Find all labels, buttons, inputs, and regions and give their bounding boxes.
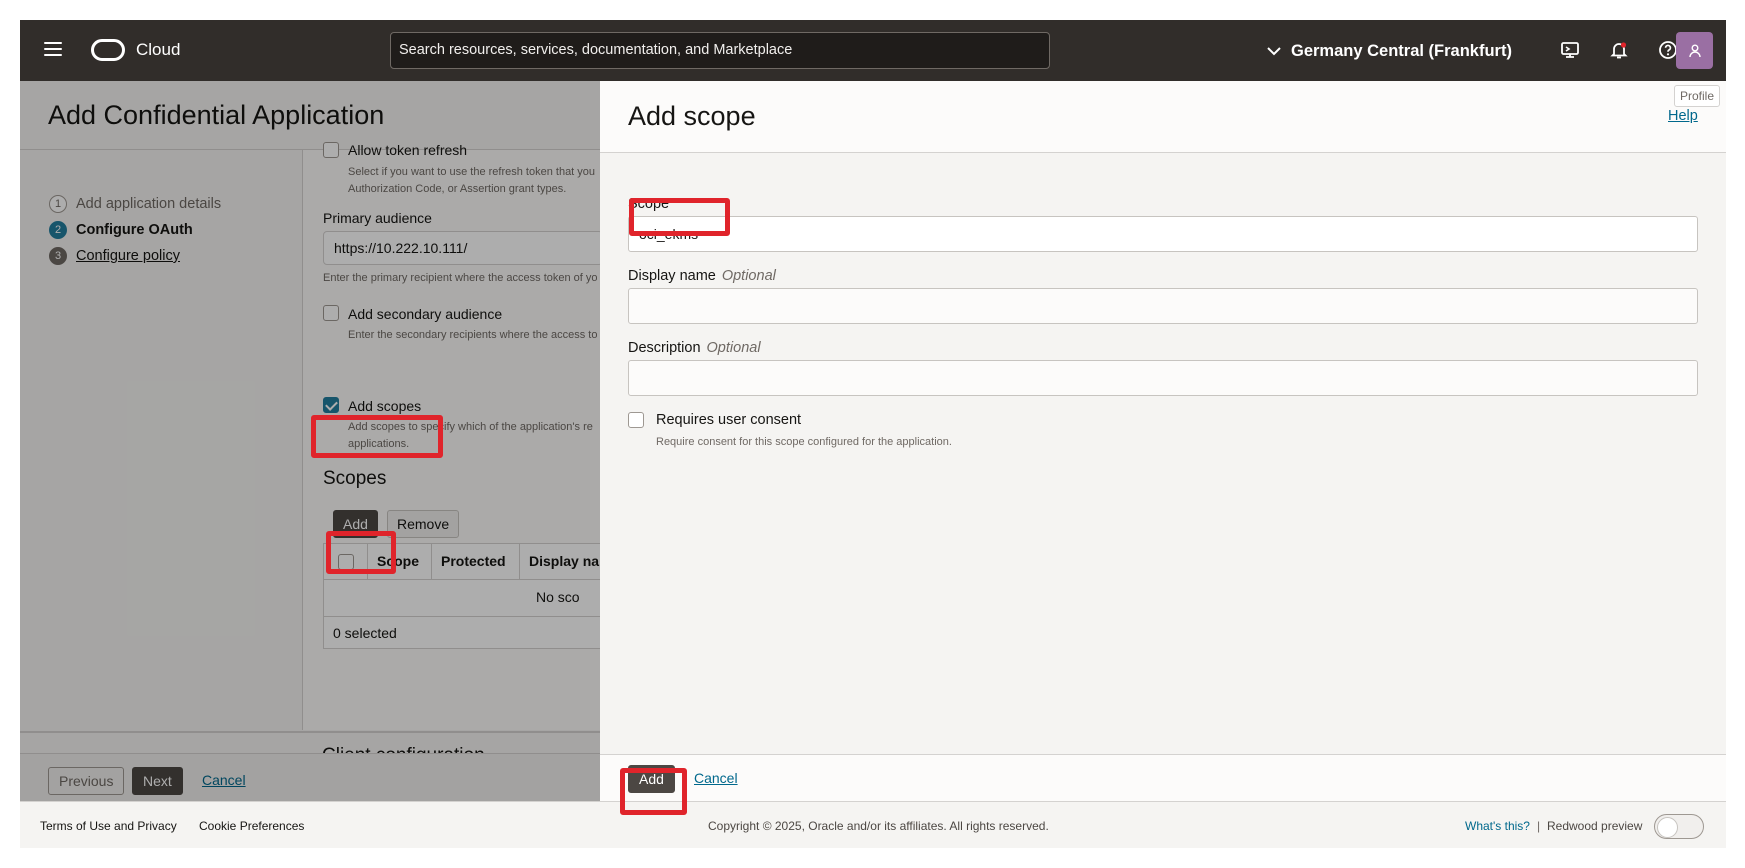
scope-field-label: Scope bbox=[628, 196, 670, 212]
profile-avatar-icon[interactable] bbox=[1676, 32, 1713, 69]
redwood-preview-toggle[interactable] bbox=[1654, 814, 1704, 839]
drawer-header: Add scope Help bbox=[600, 81, 1726, 153]
display-name-label: Display name Optional bbox=[628, 268, 776, 284]
profile-tooltip: Profile bbox=[1674, 85, 1721, 107]
requires-user-consent-help: Require consent for this scope configure… bbox=[656, 436, 952, 448]
search-input[interactable]: Search resources, services, documentatio… bbox=[390, 32, 1050, 69]
drawer-cancel-link[interactable]: Cancel bbox=[684, 765, 748, 793]
oracle-logo-icon[interactable] bbox=[91, 39, 125, 61]
region-label: Germany Central (Frankfurt) bbox=[1291, 41, 1512, 60]
add-scope-drawer: Add scope Help Scope oci_ekms Display na… bbox=[600, 81, 1726, 801]
help-link[interactable]: Help bbox=[1668, 108, 1698, 124]
brand-label[interactable]: Cloud bbox=[136, 40, 180, 60]
footer-separator: | bbox=[1537, 819, 1541, 833]
chevron-down-icon bbox=[1267, 46, 1281, 55]
display-name-input[interactable] bbox=[628, 288, 1698, 324]
scope-input[interactable]: oci_ekms bbox=[628, 216, 1698, 252]
requires-user-consent-checkbox[interactable] bbox=[628, 412, 644, 428]
hamburger-menu-icon[interactable] bbox=[44, 42, 62, 58]
optional-tag: Optional bbox=[721, 268, 776, 284]
description-label-text: Description bbox=[628, 340, 701, 356]
cookie-preferences-link[interactable]: Cookie Preferences bbox=[199, 819, 304, 833]
copyright-text: Copyright © 2025, Oracle and/or its affi… bbox=[708, 819, 1049, 833]
cloud-shell-icon[interactable] bbox=[1558, 38, 1582, 62]
top-navigation-bar: Cloud Search resources, services, docume… bbox=[20, 20, 1726, 81]
drawer-footer: Add Cancel bbox=[600, 754, 1726, 801]
modal-backdrop[interactable] bbox=[20, 81, 600, 801]
display-name-label-text: Display name bbox=[628, 268, 716, 284]
page-footer: Terms of Use and Privacy Cookie Preferen… bbox=[20, 801, 1726, 848]
region-selector[interactable]: Germany Central (Frankfurt) bbox=[1267, 36, 1512, 66]
description-input[interactable] bbox=[628, 360, 1698, 396]
redwood-preview-label: Redwood preview bbox=[1547, 819, 1643, 833]
whats-this-link[interactable]: What's this? bbox=[1465, 819, 1530, 833]
terms-link[interactable]: Terms of Use and Privacy bbox=[40, 819, 177, 833]
description-label: Description Optional bbox=[628, 340, 761, 356]
drawer-add-button[interactable]: Add bbox=[628, 765, 675, 793]
browser-viewport: Cloud Search resources, services, docume… bbox=[20, 20, 1726, 848]
drawer-title: Add scope bbox=[628, 101, 756, 131]
requires-user-consent-label: Requires user consent bbox=[656, 412, 802, 428]
optional-tag: Optional bbox=[706, 340, 761, 356]
notification-bell-icon[interactable] bbox=[1607, 38, 1631, 62]
